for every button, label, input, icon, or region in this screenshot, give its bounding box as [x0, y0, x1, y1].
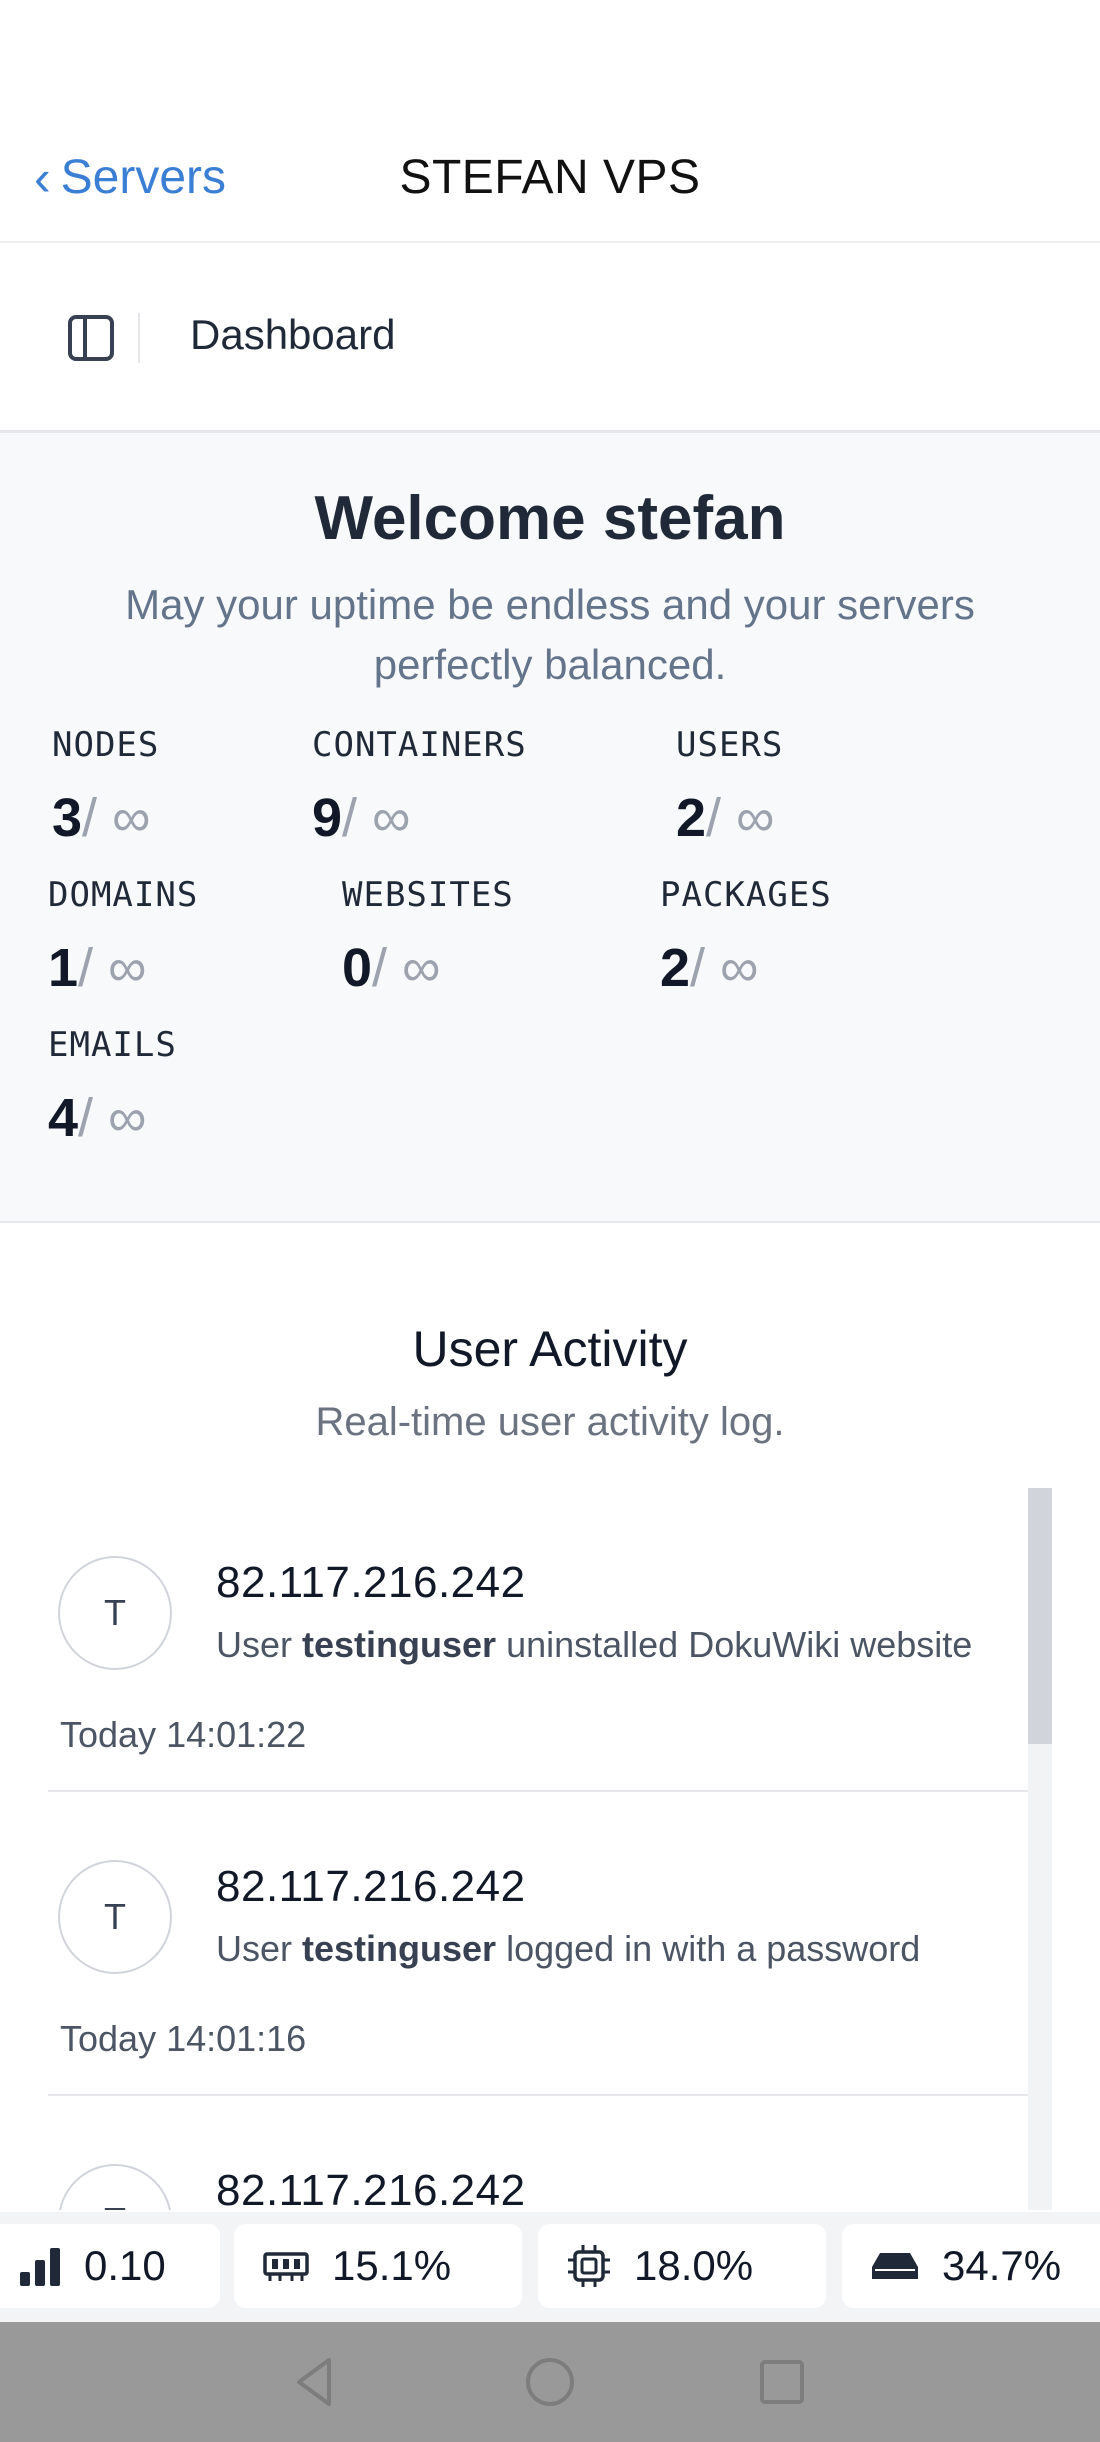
- activity-ip: 82.117.216.242: [216, 1558, 526, 1607]
- avatar: T: [58, 1860, 172, 1974]
- system-navigation-bar: [0, 2322, 1100, 2442]
- activity-timestamp: Today 14:01:16: [60, 2018, 307, 2059]
- disk-usage-chip[interactable]: 34.7%: [842, 2224, 1100, 2308]
- cpu-chip-icon: [568, 2245, 610, 2287]
- square-recents-icon: [760, 2360, 804, 2404]
- top-navigation: ‹ Servers STEFAN VPS: [0, 0, 1100, 243]
- system-back-button[interactable]: [285, 2352, 345, 2412]
- system-home-button[interactable]: [520, 2352, 580, 2412]
- stat-label: DOMAINS: [48, 875, 199, 915]
- signal-bars-icon: [20, 2248, 60, 2286]
- stat-domains: DOMAINS 1/ ∞: [48, 875, 198, 999]
- activity-list[interactable]: T 82.117.216.242 User testinguser uninst…: [48, 1488, 1028, 2210]
- stat-label: EMAILS: [48, 1025, 177, 1065]
- ram-usage-chip[interactable]: 15.1%: [234, 2224, 522, 2308]
- page-title: STEFAN VPS: [399, 151, 701, 204]
- avatar: T: [58, 1556, 172, 1670]
- stat-websites: WEBSITES 0/ ∞: [342, 875, 514, 999]
- dashboard-header: Dashboard: [0, 243, 1100, 433]
- triangle-back-icon: [297, 2358, 331, 2406]
- stat-users: USERS 2/ ∞: [676, 725, 783, 849]
- memory-icon: [263, 2252, 309, 2281]
- stat-value: 3/ ∞: [52, 788, 151, 848]
- stat-label: USERS: [676, 725, 784, 765]
- system-recents-button[interactable]: [752, 2352, 812, 2412]
- stat-value: 1/ ∞: [48, 938, 147, 998]
- welcome-title: Welcome stefan: [314, 484, 786, 553]
- load-average-chip[interactable]: 0.10: [0, 2224, 220, 2308]
- welcome-subtitle: May your uptime be endless and your serv…: [125, 581, 975, 688]
- activity-subtitle: Real-time user activity log.: [315, 1400, 785, 1444]
- cpu-usage-chip[interactable]: 18.0%: [538, 2224, 826, 2308]
- stat-label: NODES: [52, 725, 160, 765]
- stat-value: 0/ ∞: [342, 938, 441, 998]
- sidebar-toggle-button[interactable]: [66, 313, 116, 363]
- activity-timestamp: Today 14:01:22: [60, 1714, 307, 1755]
- stat-value: 2/ ∞: [660, 938, 759, 998]
- stat-label: CONTAINERS: [312, 725, 527, 765]
- stat-value: 9/ ∞: [312, 788, 411, 848]
- circle-home-icon: [526, 2358, 574, 2406]
- activity-description: User testinguser logged in with a passwo…: [216, 1928, 921, 1969]
- sidebar-panel-icon: [68, 315, 114, 361]
- activity-item[interactable]: T 82.117.216.242: [48, 2096, 1028, 2210]
- stat-nodes: NODES 3/ ∞: [52, 725, 159, 849]
- activity-ip: 82.117.216.242: [216, 1862, 526, 1911]
- activity-title: User Activity: [412, 1321, 688, 1377]
- resource-status-bar: 0.10 15.1% 18.0% 34.7%: [0, 2212, 1100, 2322]
- stat-emails: EMAILS 4/ ∞: [48, 1025, 177, 1149]
- hard-drive-icon: [872, 2253, 918, 2279]
- activity-username: testinguser: [302, 1624, 497, 1665]
- stat-value: 4/ ∞: [48, 1088, 147, 1148]
- load-average-value: 0.10: [84, 2242, 166, 2289]
- disk-usage-value: 34.7%: [942, 2242, 1062, 2289]
- header-title: Dashboard: [190, 311, 396, 358]
- activity-item[interactable]: T 82.117.216.242 User testinguser uninst…: [48, 1488, 1028, 1792]
- activity-description: User testinguser uninstalled DokuWiki we…: [216, 1624, 973, 1665]
- activity-item[interactable]: T 82.117.216.242 User testinguser logged…: [48, 1792, 1028, 2096]
- activity-scrollbar[interactable]: [1028, 1488, 1052, 2210]
- activity-ip: 82.117.216.242: [216, 2166, 526, 2210]
- stat-label: WEBSITES: [342, 875, 514, 915]
- stat-packages: PACKAGES 2/ ∞: [660, 875, 832, 999]
- stat-label: PACKAGES: [660, 875, 832, 915]
- scrollbar-thumb[interactable]: [1028, 1488, 1052, 1744]
- stat-value: 2/ ∞: [676, 788, 775, 848]
- ram-usage-value: 15.1%: [332, 2242, 452, 2289]
- header-divider: [138, 313, 140, 363]
- avatar: T: [58, 2164, 172, 2210]
- cpu-usage-value: 18.0%: [634, 2242, 754, 2289]
- activity-username: testinguser: [302, 1928, 497, 1969]
- welcome-section: Welcome stefan May your uptime be endles…: [0, 433, 1100, 1223]
- stat-containers: CONTAINERS 9/ ∞: [312, 725, 527, 849]
